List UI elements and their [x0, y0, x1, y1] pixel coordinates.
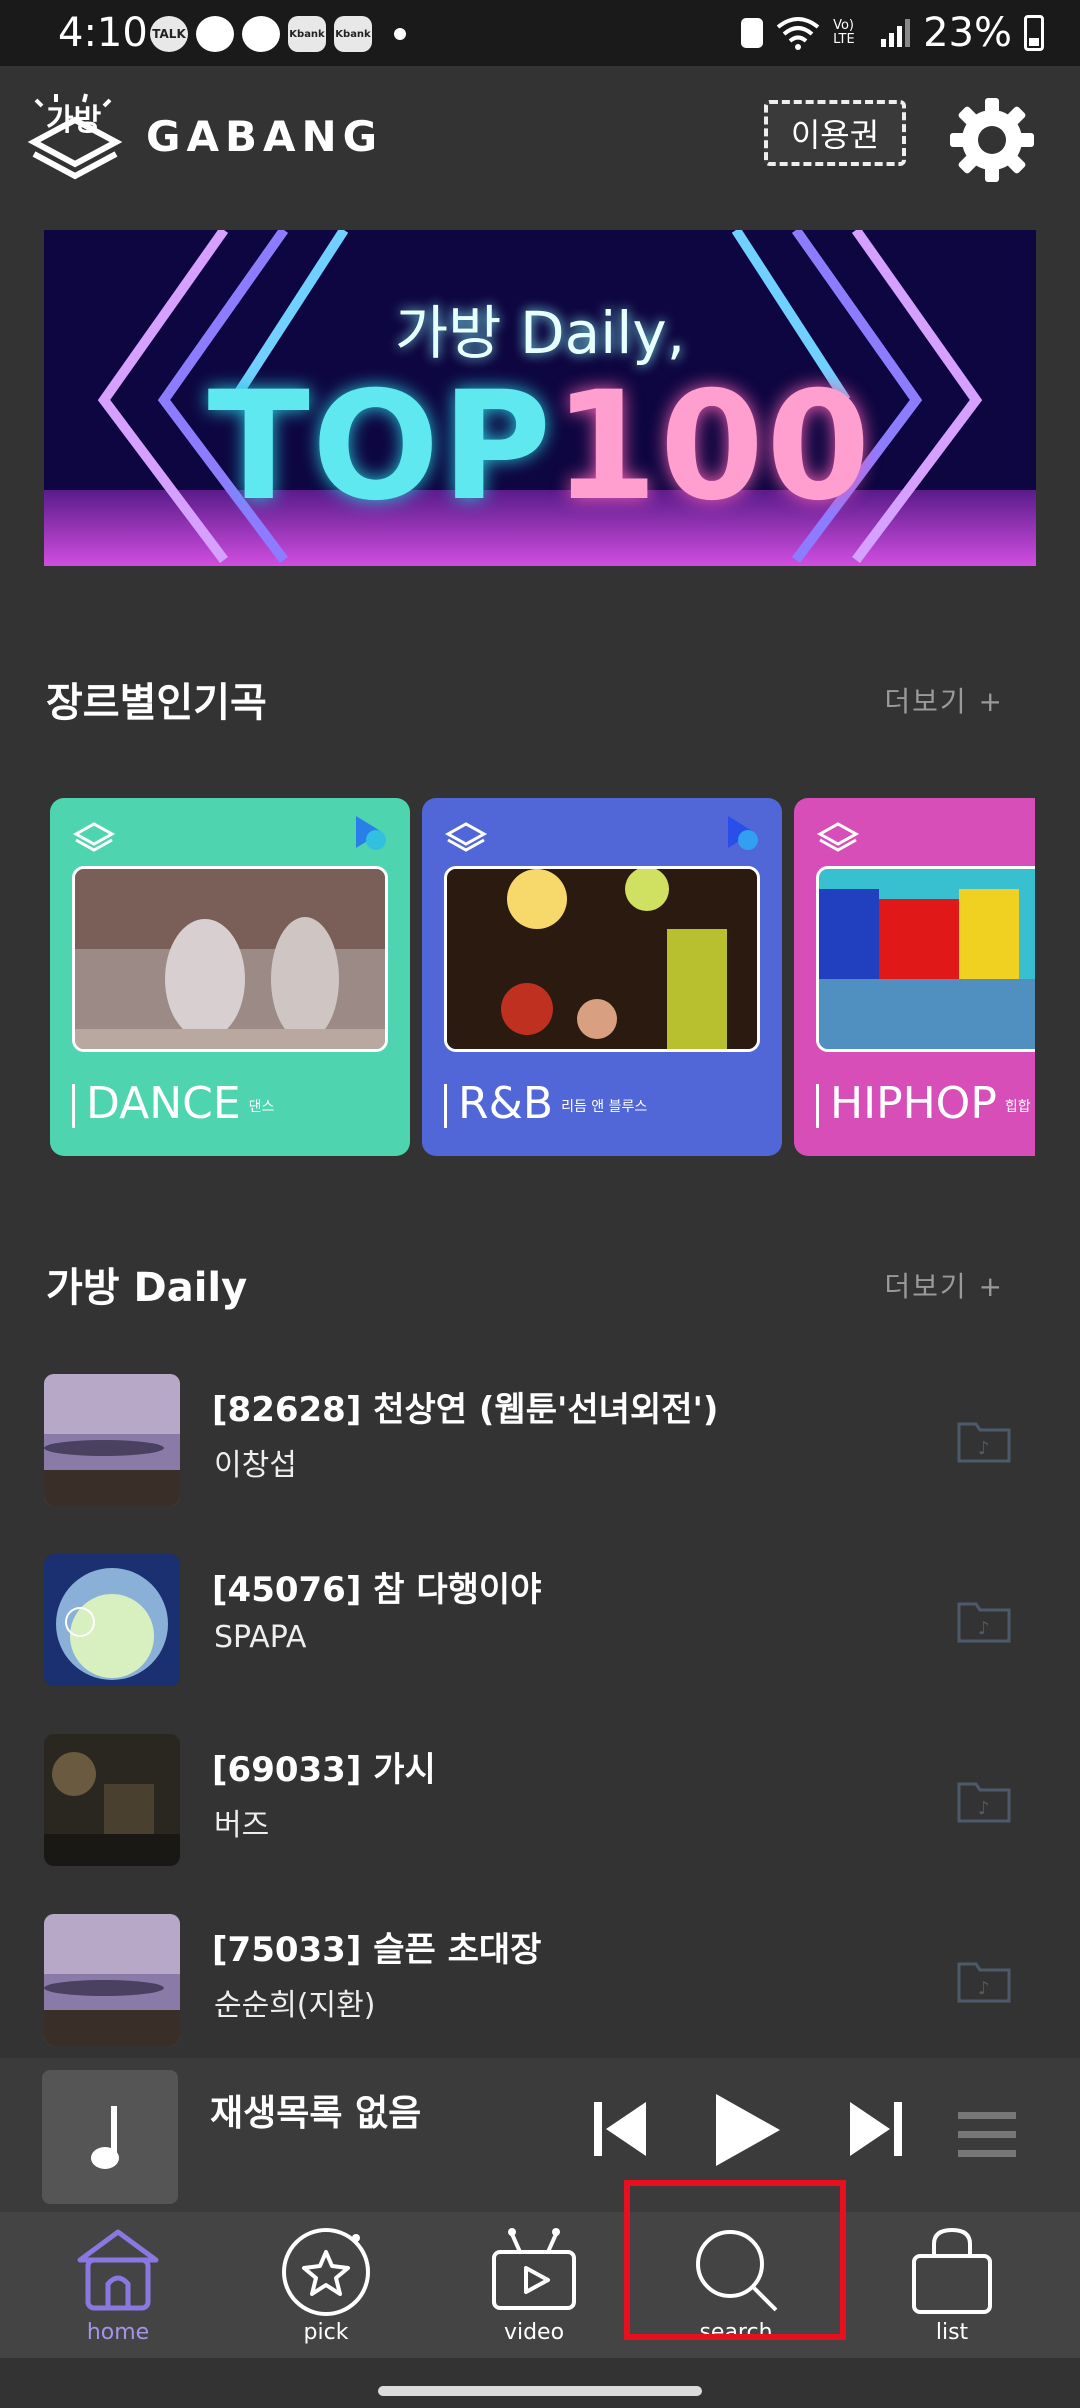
song-artist: 버즈: [214, 1808, 270, 1843]
playlist-icon: [356, 816, 386, 850]
add-to-folder-icon[interactable]: ♪: [956, 1596, 1012, 1644]
add-to-folder-icon[interactable]: ♪: [956, 1956, 1012, 2004]
app-header: 가방 GABANG 이용권: [0, 66, 1080, 216]
list-item[interactable]: [75033] 슬픈 초대장 순순희(지환) ♪: [0, 1910, 1080, 2046]
song-title: [69033] 가시: [212, 1750, 436, 1790]
tv-icon: [492, 2228, 576, 2310]
genre-card-rnb[interactable]: R&B 리듬 앤 블루스: [422, 798, 782, 1156]
song-thumbnail: [44, 1374, 180, 1506]
list-item[interactable]: [82628] 천상연 (웹툰'선녀외전') 이창섭 ♪: [0, 1370, 1080, 1506]
list-item[interactable]: [69033] 가시 버즈 ♪: [0, 1730, 1080, 1866]
status-bar: 4:10 TALK Kbank Kbank Vo) LTE 23%: [0, 0, 1080, 66]
status-right: Vo) LTE 23%: [741, 10, 1044, 56]
home-indicator[interactable]: [378, 2386, 702, 2396]
bag-icon: [912, 2227, 992, 2314]
star-icon: [282, 2228, 370, 2316]
chat-icon: [196, 16, 234, 52]
svg-text:♪: ♪: [978, 1798, 990, 1819]
gabang-logo-icon: 가방: [27, 93, 123, 180]
now-playing-text: 재생목록 없음: [210, 2093, 422, 2134]
signal-icon: [881, 19, 911, 47]
gabang-logo-icon: [816, 822, 860, 852]
alarm-icon: [741, 18, 764, 48]
nav-video[interactable]: video: [454, 2212, 614, 2358]
status-time: 4:10: [58, 10, 148, 56]
song-title: [75033] 슬픈 초대장: [212, 1930, 542, 1970]
svg-text:♪: ♪: [978, 1438, 990, 1459]
song-artist: 순순희(지환): [214, 1988, 376, 2023]
svg-text:♪: ♪: [978, 1978, 990, 1999]
rnb-photo: [444, 866, 760, 1052]
battery-icon: [1024, 15, 1044, 51]
banner-subtitle: 가방 Daily,: [394, 299, 686, 367]
previous-track-icon[interactable]: [592, 2098, 650, 2160]
play-icon[interactable]: [712, 2092, 782, 2168]
volte-label: Vo) LTE: [833, 18, 855, 47]
song-artist: 이창섭: [214, 1448, 297, 1483]
subscription-ticket-button[interactable]: 이용권: [764, 100, 906, 166]
mini-player: 재생목록 없음: [0, 2058, 1080, 2212]
song-title: [82628] 천상연 (웹툰'선녀외전'): [212, 1390, 719, 1430]
playlist-icon: [728, 816, 758, 850]
next-track-icon[interactable]: [846, 2098, 904, 2160]
bottom-navigation: home pick video search list: [0, 2212, 1080, 2358]
genre-name: DANCE 댄스: [86, 1078, 275, 1129]
svg-text:가방: 가방: [46, 103, 102, 138]
genre-card-dance[interactable]: DANCE 댄스: [50, 798, 410, 1156]
app-name: GABANG: [146, 112, 384, 161]
genre-more-link[interactable]: 더보기 +: [884, 680, 1004, 720]
more-notifications-dot: [394, 28, 406, 40]
gabang-logo-icon: [444, 822, 488, 852]
gesture-bar: [0, 2358, 1080, 2408]
hiphop-photo: [816, 866, 1035, 1052]
song-artist: SPAPA: [214, 1620, 307, 1655]
music-note-icon: [91, 2106, 119, 2169]
genre-carousel[interactable]: DANCE 댄스 R&B 리듬 앤 블루스 HIPHOP 힙합: [50, 798, 1035, 1158]
daily-section-title: 가방 Daily: [46, 1265, 248, 1311]
gear-icon[interactable]: [946, 94, 1038, 186]
song-thumbnail: [44, 1914, 180, 2046]
game-icon: [242, 16, 280, 52]
dance-photo: [72, 866, 388, 1052]
nav-list[interactable]: list: [872, 2212, 1032, 2358]
genre-name: R&B 리듬 앤 블루스: [458, 1078, 648, 1129]
wifi-icon: [776, 17, 820, 50]
song-title: [45076] 참 다행이야: [212, 1570, 542, 1610]
nav-home[interactable]: home: [38, 2212, 198, 2358]
battery-percent: 23%: [923, 10, 1012, 56]
notification-icons: TALK Kbank Kbank: [150, 16, 406, 52]
nav-pick[interactable]: pick: [246, 2212, 406, 2358]
add-to-folder-icon[interactable]: ♪: [956, 1416, 1012, 1464]
daily-more-link[interactable]: 더보기 +: [884, 1265, 1004, 1305]
search-highlight-box: [624, 2180, 846, 2340]
gabang-logo-icon: [72, 822, 116, 852]
song-thumbnail: [44, 1734, 180, 1866]
svg-text:♪: ♪: [978, 1618, 990, 1639]
genre-name: HIPHOP 힙합: [830, 1078, 1031, 1129]
album-art[interactable]: [42, 2070, 178, 2204]
genre-section-title: 장르별인기곡: [46, 680, 267, 726]
playlist-menu-icon[interactable]: [958, 2112, 1016, 2158]
list-item[interactable]: [45076] 참 다행이야 SPAPA ♪: [0, 1550, 1080, 1686]
kbank-icon: Kbank: [288, 16, 326, 52]
home-icon: [77, 2229, 159, 2311]
genre-card-hiphop[interactable]: HIPHOP 힙합: [794, 798, 1035, 1156]
kbank-icon: Kbank: [334, 16, 372, 52]
song-thumbnail: [44, 1554, 180, 1686]
kakaotalk-icon: TALK: [150, 16, 188, 52]
banner-title: TOP100: [207, 360, 873, 534]
top100-banner[interactable]: 가방 Daily, TOP100: [44, 230, 1036, 566]
add-to-folder-icon[interactable]: ♪: [956, 1776, 1012, 1824]
